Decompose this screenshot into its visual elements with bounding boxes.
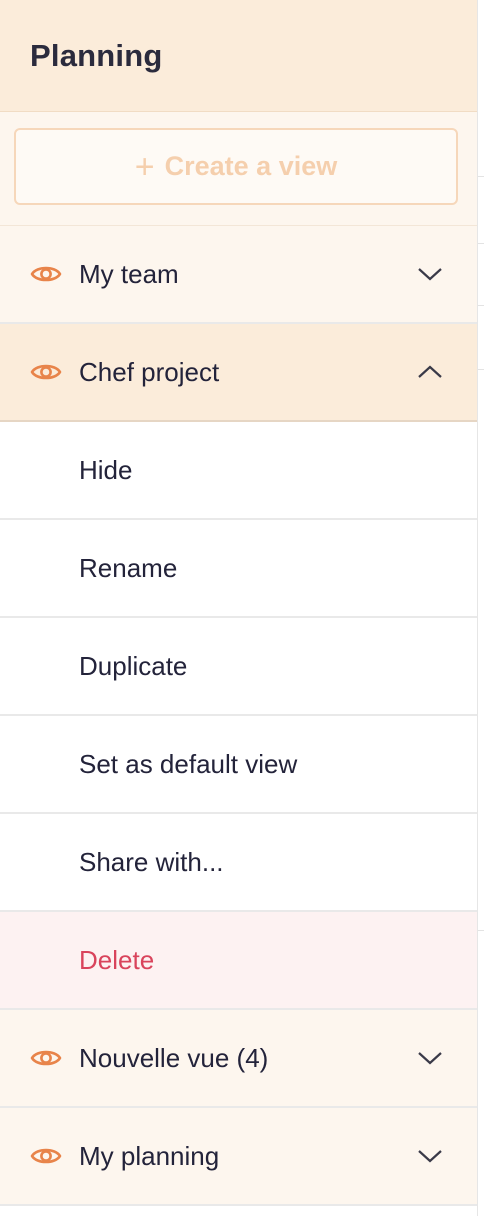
view-label: My team xyxy=(79,258,179,289)
eye-icon[interactable] xyxy=(30,263,62,285)
menu-item-set-default[interactable]: Set as default view xyxy=(0,716,477,814)
panel-header: Planning xyxy=(0,0,477,112)
menu-label: Set as default view xyxy=(79,748,298,779)
create-view-section: + Create a view xyxy=(0,112,477,226)
grid-line xyxy=(478,243,484,244)
menu-label: Rename xyxy=(79,552,178,583)
view-item-my-planning[interactable]: My planning xyxy=(0,1108,477,1206)
create-view-button[interactable]: + Create a view xyxy=(14,128,458,205)
menu-label: Delete xyxy=(79,944,155,975)
view-label: Chef project xyxy=(79,356,220,387)
menu-label: Duplicate xyxy=(79,650,188,681)
menu-item-duplicate[interactable]: Duplicate xyxy=(0,618,477,716)
background-content-edge xyxy=(478,0,484,1216)
eye-icon[interactable] xyxy=(30,1047,62,1069)
grid-line xyxy=(478,176,484,177)
chevron-up-icon[interactable] xyxy=(416,364,444,380)
menu-item-hide[interactable]: Hide xyxy=(0,422,477,520)
menu-item-rename[interactable]: Rename xyxy=(0,520,477,618)
grid-line xyxy=(478,305,484,306)
menu-item-share[interactable]: Share with... xyxy=(0,814,477,912)
chevron-down-icon[interactable] xyxy=(416,1050,444,1066)
view-item-chef-project[interactable]: Chef project xyxy=(0,324,477,422)
view-label: Nouvelle vue (4) xyxy=(79,1042,269,1073)
grid-line xyxy=(478,930,484,931)
eye-icon[interactable] xyxy=(30,361,62,383)
view-label: My planning xyxy=(79,1140,220,1171)
menu-label: Share with... xyxy=(79,846,224,877)
panel-title: Planning xyxy=(30,37,163,73)
chevron-down-icon[interactable] xyxy=(416,266,444,282)
create-view-label: Create a view xyxy=(164,151,338,181)
plus-icon: + xyxy=(134,147,155,186)
menu-label: Hide xyxy=(79,454,133,485)
view-item-my-team[interactable]: My team xyxy=(0,226,477,324)
views-panel: Planning + Create a view My team Chef pr… xyxy=(0,0,478,1216)
menu-item-delete[interactable]: Delete xyxy=(0,912,477,1010)
eye-icon[interactable] xyxy=(30,1145,62,1167)
chevron-down-icon[interactable] xyxy=(416,1148,444,1164)
view-item-nouvelle-vue[interactable]: Nouvelle vue (4) xyxy=(0,1010,477,1108)
grid-line xyxy=(478,369,484,370)
